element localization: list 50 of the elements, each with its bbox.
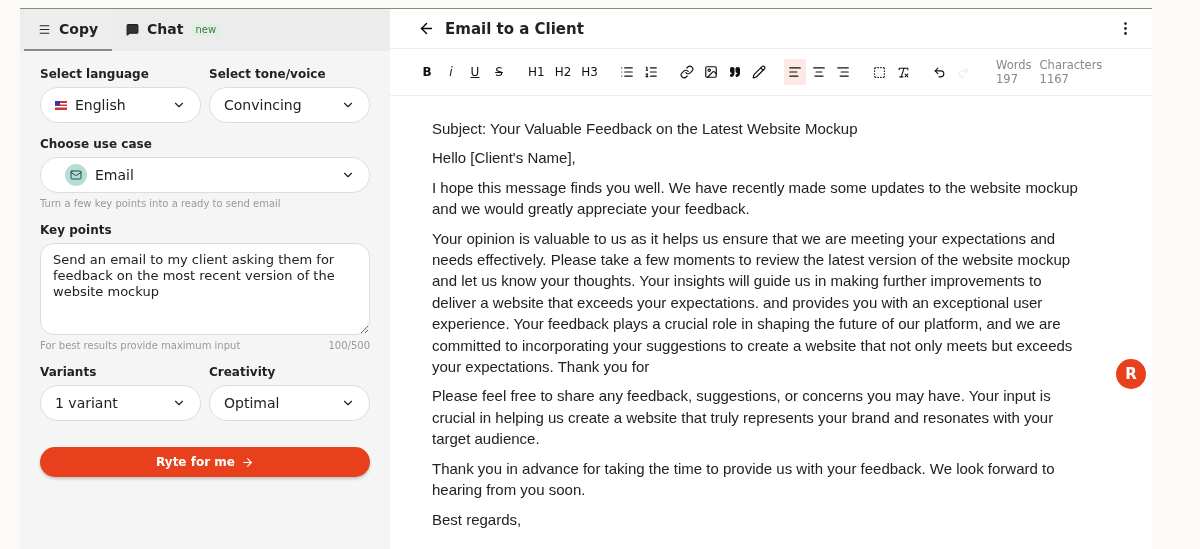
back-icon[interactable]: [418, 20, 435, 37]
variants-select[interactable]: 1 variant: [40, 385, 201, 421]
hint-text: For best results provide maximum input: [40, 340, 241, 351]
chat-icon: [126, 22, 140, 36]
mail-icon: [65, 164, 87, 186]
key-points-field[interactable]: Send an email to my client asking them for feedback on the most recent version of the website mockup: [40, 243, 370, 335]
flag-icon: [55, 100, 67, 110]
field-label: Select language: [40, 67, 150, 81]
use-case-select[interactable]: Email: [40, 157, 370, 193]
paragraph: Hello [Client's Name],: [432, 148, 577, 169]
stat-value: 1167: [1039, 72, 1070, 86]
align-center-icon: [812, 65, 826, 79]
field-label: Creativity: [209, 365, 277, 379]
new-badge: new: [191, 22, 221, 36]
tab-label: Copy: [59, 21, 99, 37]
arrow-icon: [240, 455, 254, 469]
tone-select[interactable]: Convincing: [209, 87, 370, 123]
heading-button[interactable]: H2: [550, 59, 576, 85]
paragraph: Best regards,: [432, 509, 523, 530]
align-right-icon: [836, 65, 850, 79]
creativity-select[interactable]: Optimal: [209, 385, 370, 421]
ryte-button[interactable]: Ryte for me: [40, 447, 370, 477]
field-label: Select tone/voice: [209, 67, 327, 81]
paragraph: Subject: Your Valuable Feedback on the Latest Website Mockup: [432, 119, 859, 139]
field-label: Variants: [40, 365, 98, 379]
language-select[interactable]: English: [40, 87, 201, 123]
align-button[interactable]: [784, 59, 806, 85]
format-button[interactable]: S: [488, 59, 510, 85]
avatar[interactable]: R: [1116, 359, 1146, 389]
align-left-icon: [788, 65, 802, 79]
paragraph: Please feel free to share any feedback, suggestions, or concerns you may have. Your input is crucial in helping us create a website that truly represents your brand and resonates with your target audience.: [432, 386, 1055, 450]
stat-label: Characters: [1039, 58, 1103, 72]
format-button[interactable]: B: [416, 59, 438, 85]
menu-icon: [38, 22, 51, 36]
hint-text: Turn a few key points into a ready to send email: [40, 198, 281, 209]
tab-label: Chat: [147, 21, 184, 37]
heading-button[interactable]: H3: [577, 59, 602, 85]
stat-label: Words: [996, 58, 1032, 72]
paragraph: Thank you in advance for taking the time to provide us with your feedback. We look forward to hearing from you soon.: [432, 458, 1056, 501]
field-label: Choose use case: [40, 137, 153, 151]
document-title: Email to a Client: [445, 19, 585, 38]
character-count: 100/500: [328, 340, 370, 351]
stat-value: 197: [996, 72, 1019, 86]
format-button[interactable]: U: [464, 59, 486, 85]
format-button[interactable]: i: [440, 59, 462, 85]
tab[interactable]: Chat new: [112, 9, 235, 51]
field-label: Key points: [40, 223, 113, 237]
heading-button[interactable]: H1: [524, 59, 549, 85]
paragraph: Your opinion is valuable to us as it helps us ensure that we are meeting your expectations and needs effectively. Please take a few moments to review the latest version of the website mockup and let us know your thoughts. Your insights will guide us in making further improvements to deliver a website that exceeds your expectations. and provides you with an exceptional user experience. Your feedback plays a crucial role in shaping the future of our platform, and we are committed to incorporating your suggestions to create a website that not only meets but exceeds your expectations. Thank you for: [432, 228, 1074, 378]
paragraph: I hope this message finds you well. We have recently made some updates to the website mockup and we would greatly appreciate your feedback.: [432, 177, 1079, 220]
